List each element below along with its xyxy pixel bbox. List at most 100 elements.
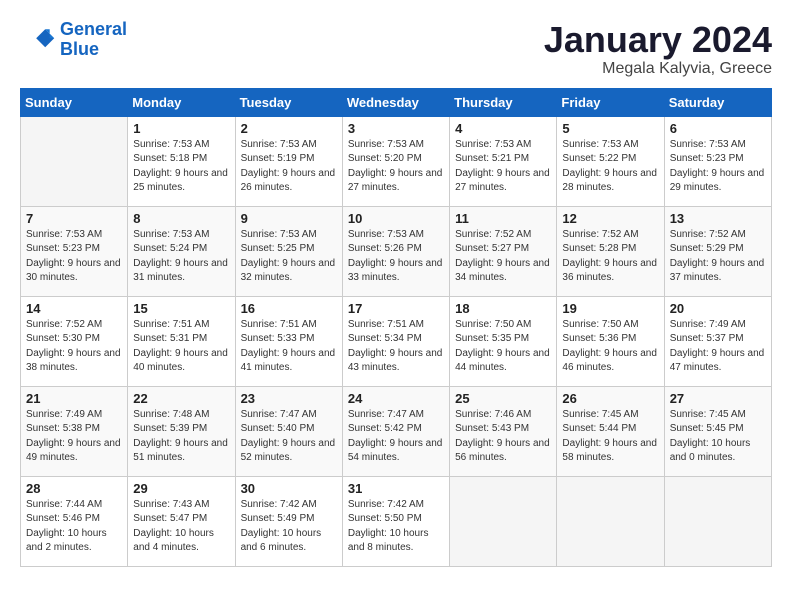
calendar-cell: 13 Sunrise: 7:52 AMSunset: 5:29 PMDayligh… (664, 206, 771, 296)
week-row-0: 1 Sunrise: 7:53 AMSunset: 5:18 PMDaylight… (21, 116, 772, 206)
day-number: 3 (348, 121, 444, 136)
day-info: Sunrise: 7:53 AMSunset: 5:23 PMDaylight:… (26, 228, 122, 286)
calendar-cell: 1 Sunrise: 7:53 AMSunset: 5:18 PMDaylight… (128, 116, 235, 206)
calendar-cell: 18Sunrise: 7:50 AMSunset: 5:35 PMDayligh… (450, 296, 557, 386)
week-row-3: 21 Sunrise: 7:49 AMSunset: 5:38 PMDayligh… (21, 386, 772, 476)
day-info: Sunrise: 7:52 AMSunset: 5:29 PMDaylight:… (670, 228, 766, 286)
calendar-cell: 7 Sunrise: 7:53 AMSunset: 5:23 PMDaylight… (21, 206, 128, 296)
logo: General Blue (20, 20, 127, 60)
day-info: Sunrise: 7:50 AMSunset: 5:35 PMDaylight:… (455, 318, 551, 376)
day-number: 15 (133, 301, 229, 316)
calendar-cell: 6Sunrise: 7:53 AMSunset: 5:23 PMDaylight… (664, 116, 771, 206)
calendar-cell: 20 Sunrise: 7:49 AMSunset: 5:37 PMDayligh… (664, 296, 771, 386)
day-info: Sunrise: 7:48 AMSunset: 5:39 PMDaylight:… (133, 408, 229, 466)
day-info: Sunrise: 7:42 AMSunset: 5:50 PMDaylight:… (348, 498, 444, 556)
calendar-cell: 26Sunrise: 7:45 AMSunset: 5:44 PMDayligh… (557, 386, 664, 476)
day-number: 9 (241, 211, 337, 226)
day-number: 16 (241, 301, 337, 316)
day-info: Sunrise: 7:49 AMSunset: 5:37 PMDaylight:… (670, 318, 766, 376)
calendar-cell: 29 Sunrise: 7:43 AMSunset: 5:47 PMDayligh… (128, 476, 235, 566)
calendar-cell: 10 Sunrise: 7:53 AMSunset: 5:26 PMDayligh… (342, 206, 449, 296)
calendar-cell: 5 Sunrise: 7:53 AMSunset: 5:22 PMDaylight… (557, 116, 664, 206)
day-number: 29 (133, 481, 229, 496)
calendar-cell: 19Sunrise: 7:50 AMSunset: 5:36 PMDayligh… (557, 296, 664, 386)
logo-icon (20, 22, 56, 58)
day-info: Sunrise: 7:53 AMSunset: 5:26 PMDaylight:… (348, 228, 444, 286)
day-number: 11 (455, 211, 551, 226)
day-info: Sunrise: 7:47 AMSunset: 5:42 PMDaylight:… (348, 408, 444, 466)
day-info: Sunrise: 7:46 AMSunset: 5:43 PMDaylight:… (455, 408, 551, 466)
week-row-1: 7 Sunrise: 7:53 AMSunset: 5:23 PMDaylight… (21, 206, 772, 296)
calendar-cell: 24 Sunrise: 7:47 AMSunset: 5:42 PMDayligh… (342, 386, 449, 476)
header-day-wednesday: Wednesday (342, 88, 449, 116)
day-number: 8 (133, 211, 229, 226)
calendar-cell: 31Sunrise: 7:42 AMSunset: 5:50 PMDayligh… (342, 476, 449, 566)
day-number: 17 (348, 301, 444, 316)
day-info: Sunrise: 7:53 AMSunset: 5:18 PMDaylight:… (133, 138, 229, 196)
day-number: 10 (348, 211, 444, 226)
day-info: Sunrise: 7:53 AMSunset: 5:23 PMDaylight:… (670, 138, 766, 196)
title-area: January 2024 Megala Kalyvia, Greece (544, 20, 772, 78)
day-number: 20 (670, 301, 766, 316)
day-number: 19 (562, 301, 658, 316)
week-row-2: 14 Sunrise: 7:52 AMSunset: 5:30 PMDayligh… (21, 296, 772, 386)
day-number: 22 (133, 391, 229, 406)
day-number: 21 (26, 391, 122, 406)
day-info: Sunrise: 7:51 AMSunset: 5:33 PMDaylight:… (241, 318, 337, 376)
calendar-cell: 27 Sunrise: 7:45 AMSunset: 5:45 PMDayligh… (664, 386, 771, 476)
header-day-tuesday: Tuesday (235, 88, 342, 116)
day-info: Sunrise: 7:53 AMSunset: 5:19 PMDaylight:… (241, 138, 337, 196)
day-info: Sunrise: 7:52 AMSunset: 5:30 PMDaylight:… (26, 318, 122, 376)
day-number: 23 (241, 391, 337, 406)
calendar-cell: 3 Sunrise: 7:53 AMSunset: 5:20 PMDaylight… (342, 116, 449, 206)
calendar-cell: 28 Sunrise: 7:44 AMSunset: 5:46 PMDayligh… (21, 476, 128, 566)
calendar-cell: 9 Sunrise: 7:53 AMSunset: 5:25 PMDaylight… (235, 206, 342, 296)
header-row: SundayMondayTuesdayWednesdayThursdayFrid… (21, 88, 772, 116)
day-info: Sunrise: 7:51 AMSunset: 5:34 PMDaylight:… (348, 318, 444, 376)
day-info: Sunrise: 7:52 AMSunset: 5:28 PMDaylight:… (562, 228, 658, 286)
header: General Blue January 2024 Megala Kalyvia… (20, 20, 772, 78)
week-row-4: 28 Sunrise: 7:44 AMSunset: 5:46 PMDayligh… (21, 476, 772, 566)
day-number: 24 (348, 391, 444, 406)
day-number: 12 (562, 211, 658, 226)
day-info: Sunrise: 7:53 AMSunset: 5:24 PMDaylight:… (133, 228, 229, 286)
day-number: 14 (26, 301, 122, 316)
day-number: 13 (670, 211, 766, 226)
day-number: 7 (26, 211, 122, 226)
day-info: Sunrise: 7:53 AMSunset: 5:20 PMDaylight:… (348, 138, 444, 196)
day-info: Sunrise: 7:47 AMSunset: 5:40 PMDaylight:… (241, 408, 337, 466)
calendar-cell: 16 Sunrise: 7:51 AMSunset: 5:33 PMDayligh… (235, 296, 342, 386)
calendar-cell: 2 Sunrise: 7:53 AMSunset: 5:19 PMDaylight… (235, 116, 342, 206)
calendar-cell (664, 476, 771, 566)
day-info: Sunrise: 7:42 AMSunset: 5:49 PMDaylight:… (241, 498, 337, 556)
day-number: 5 (562, 121, 658, 136)
calendar-cell: 22 Sunrise: 7:48 AMSunset: 5:39 PMDayligh… (128, 386, 235, 476)
day-number: 1 (133, 121, 229, 136)
day-info: Sunrise: 7:53 AMSunset: 5:22 PMDaylight:… (562, 138, 658, 196)
header-day-sunday: Sunday (21, 88, 128, 116)
day-number: 27 (670, 391, 766, 406)
calendar-cell: 17 Sunrise: 7:51 AMSunset: 5:34 PMDayligh… (342, 296, 449, 386)
day-info: Sunrise: 7:45 AMSunset: 5:45 PMDaylight:… (670, 408, 766, 466)
calendar-cell (557, 476, 664, 566)
day-number: 2 (241, 121, 337, 136)
calendar-table: SundayMondayTuesdayWednesdayThursdayFrid… (20, 88, 772, 567)
day-info: Sunrise: 7:51 AMSunset: 5:31 PMDaylight:… (133, 318, 229, 376)
day-number: 28 (26, 481, 122, 496)
calendar-cell: 8 Sunrise: 7:53 AMSunset: 5:24 PMDaylight… (128, 206, 235, 296)
calendar-cell: 14 Sunrise: 7:52 AMSunset: 5:30 PMDayligh… (21, 296, 128, 386)
day-info: Sunrise: 7:45 AMSunset: 5:44 PMDaylight:… (562, 408, 658, 466)
calendar-cell: 25 Sunrise: 7:46 AMSunset: 5:43 PMDayligh… (450, 386, 557, 476)
day-number: 30 (241, 481, 337, 496)
day-info: Sunrise: 7:44 AMSunset: 5:46 PMDaylight:… (26, 498, 122, 556)
day-number: 25 (455, 391, 551, 406)
day-info: Sunrise: 7:49 AMSunset: 5:38 PMDaylight:… (26, 408, 122, 466)
calendar-cell: 15 Sunrise: 7:51 AMSunset: 5:31 PMDayligh… (128, 296, 235, 386)
calendar-cell (21, 116, 128, 206)
header-day-monday: Monday (128, 88, 235, 116)
day-info: Sunrise: 7:53 AMSunset: 5:25 PMDaylight:… (241, 228, 337, 286)
calendar-cell: 12 Sunrise: 7:52 AMSunset: 5:28 PMDayligh… (557, 206, 664, 296)
calendar-cell: 21 Sunrise: 7:49 AMSunset: 5:38 PMDayligh… (21, 386, 128, 476)
day-info: Sunrise: 7:43 AMSunset: 5:47 PMDaylight:… (133, 498, 229, 556)
month-title: January 2024 (544, 20, 772, 60)
